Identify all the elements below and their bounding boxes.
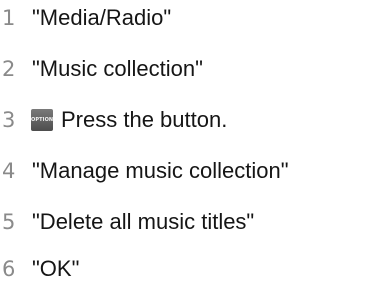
step-number: 2 <box>2 57 16 81</box>
step-6: 6 "OK" <box>0 253 79 285</box>
step-text: "OK" <box>32 256 80 281</box>
step-1: 1 "Media/Radio" <box>0 2 171 34</box>
step-text: "Media/Radio" <box>32 5 172 30</box>
step-2: 2 "Music collection" <box>0 53 203 85</box>
option-button-icon: OPTION <box>31 109 53 131</box>
step-text: "Manage music collection" <box>32 158 289 183</box>
step-number: 3 <box>2 108 16 132</box>
step-number: 4 <box>2 159 16 183</box>
step-number: 5 <box>2 210 16 234</box>
step-text: Press the button. <box>61 107 228 132</box>
step-number: 1 <box>2 6 16 30</box>
step-3: 3 OPTION Press the button. <box>0 104 227 136</box>
step-text: "Music collection" <box>32 56 203 81</box>
step-4: 4 "Manage music collection" <box>0 155 289 187</box>
step-5: 5 "Delete all music titles" <box>0 206 254 238</box>
step-text: "Delete all music titles" <box>32 209 255 234</box>
step-number: 6 <box>2 257 16 281</box>
